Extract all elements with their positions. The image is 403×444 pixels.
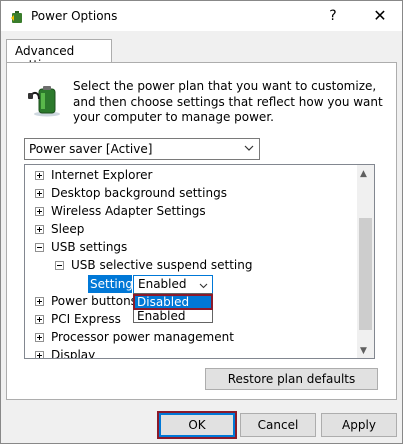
setting-options-list: Disabled Enabled: [133, 293, 213, 323]
battery-icon: [27, 81, 63, 117]
tree-item-label: USB settings: [51, 240, 128, 254]
option-disabled[interactable]: Disabled: [133, 294, 213, 310]
expand-icon[interactable]: [35, 207, 44, 216]
tree-scrollbar[interactable]: ▲ ▼: [357, 165, 374, 358]
tab-advanced-settings[interactable]: Advanced settings: [6, 39, 112, 72]
scroll-thumb[interactable]: [359, 218, 372, 330]
tree-item-label: PCI Express: [51, 312, 121, 326]
tree-item-label: Wireless Adapter Settings: [51, 204, 206, 218]
expand-icon[interactable]: [35, 315, 44, 324]
tree-item-label: USB selective suspend setting: [71, 258, 253, 272]
chevron-down-icon: [243, 142, 255, 154]
cancel-button[interactable]: Cancel: [240, 413, 316, 437]
chevron-down-icon: [198, 279, 209, 290]
tree-item-label: Processor power management: [51, 330, 234, 344]
setting-value-dropdown[interactable]: Enabled: [133, 275, 213, 294]
apply-button[interactable]: Apply: [321, 413, 397, 437]
expand-icon[interactable]: [35, 189, 44, 198]
intro-text: Select the power plan that you want to c…: [73, 79, 383, 124]
expand-icon[interactable]: [35, 171, 44, 180]
settings-tree[interactable]: Internet Explorer Desktop background set…: [24, 164, 375, 359]
collapse-icon[interactable]: [35, 243, 44, 252]
restore-plan-defaults-button[interactable]: Restore plan defaults: [205, 368, 378, 390]
expand-icon[interactable]: [35, 297, 44, 306]
scroll-up-icon[interactable]: ▲: [360, 169, 367, 179]
tree-item-label: Desktop background settings: [51, 186, 227, 200]
tree-item-label: Internet Explorer: [51, 168, 153, 182]
collapse-icon[interactable]: [55, 261, 64, 270]
expand-icon[interactable]: [35, 225, 44, 234]
power-plan-dropdown[interactable]: Power saver [Active]: [24, 138, 260, 160]
ok-button[interactable]: OK: [157, 411, 237, 439]
expand-icon[interactable]: [35, 351, 44, 358]
close-button[interactable]: ✕: [366, 4, 394, 28]
setting-current-value: Enabled: [138, 277, 187, 291]
setting-label: Setting:: [88, 275, 138, 293]
expand-icon[interactable]: [35, 333, 44, 342]
power-plan-value: Power saver [Active]: [29, 142, 153, 156]
help-button[interactable]: ?: [324, 6, 342, 26]
window-title: Power Options: [31, 9, 118, 23]
title-bar: Power Options ? ✕: [1, 1, 402, 31]
option-enabled[interactable]: Enabled: [134, 309, 212, 323]
scroll-down-icon[interactable]: ▼: [360, 346, 367, 356]
tree-item-label: Sleep: [51, 222, 85, 236]
power-options-window: Power Options ? ✕ Advanced settings Sele…: [0, 0, 403, 444]
tree-item-label: Display: [51, 348, 96, 359]
power-options-icon: [9, 9, 25, 25]
